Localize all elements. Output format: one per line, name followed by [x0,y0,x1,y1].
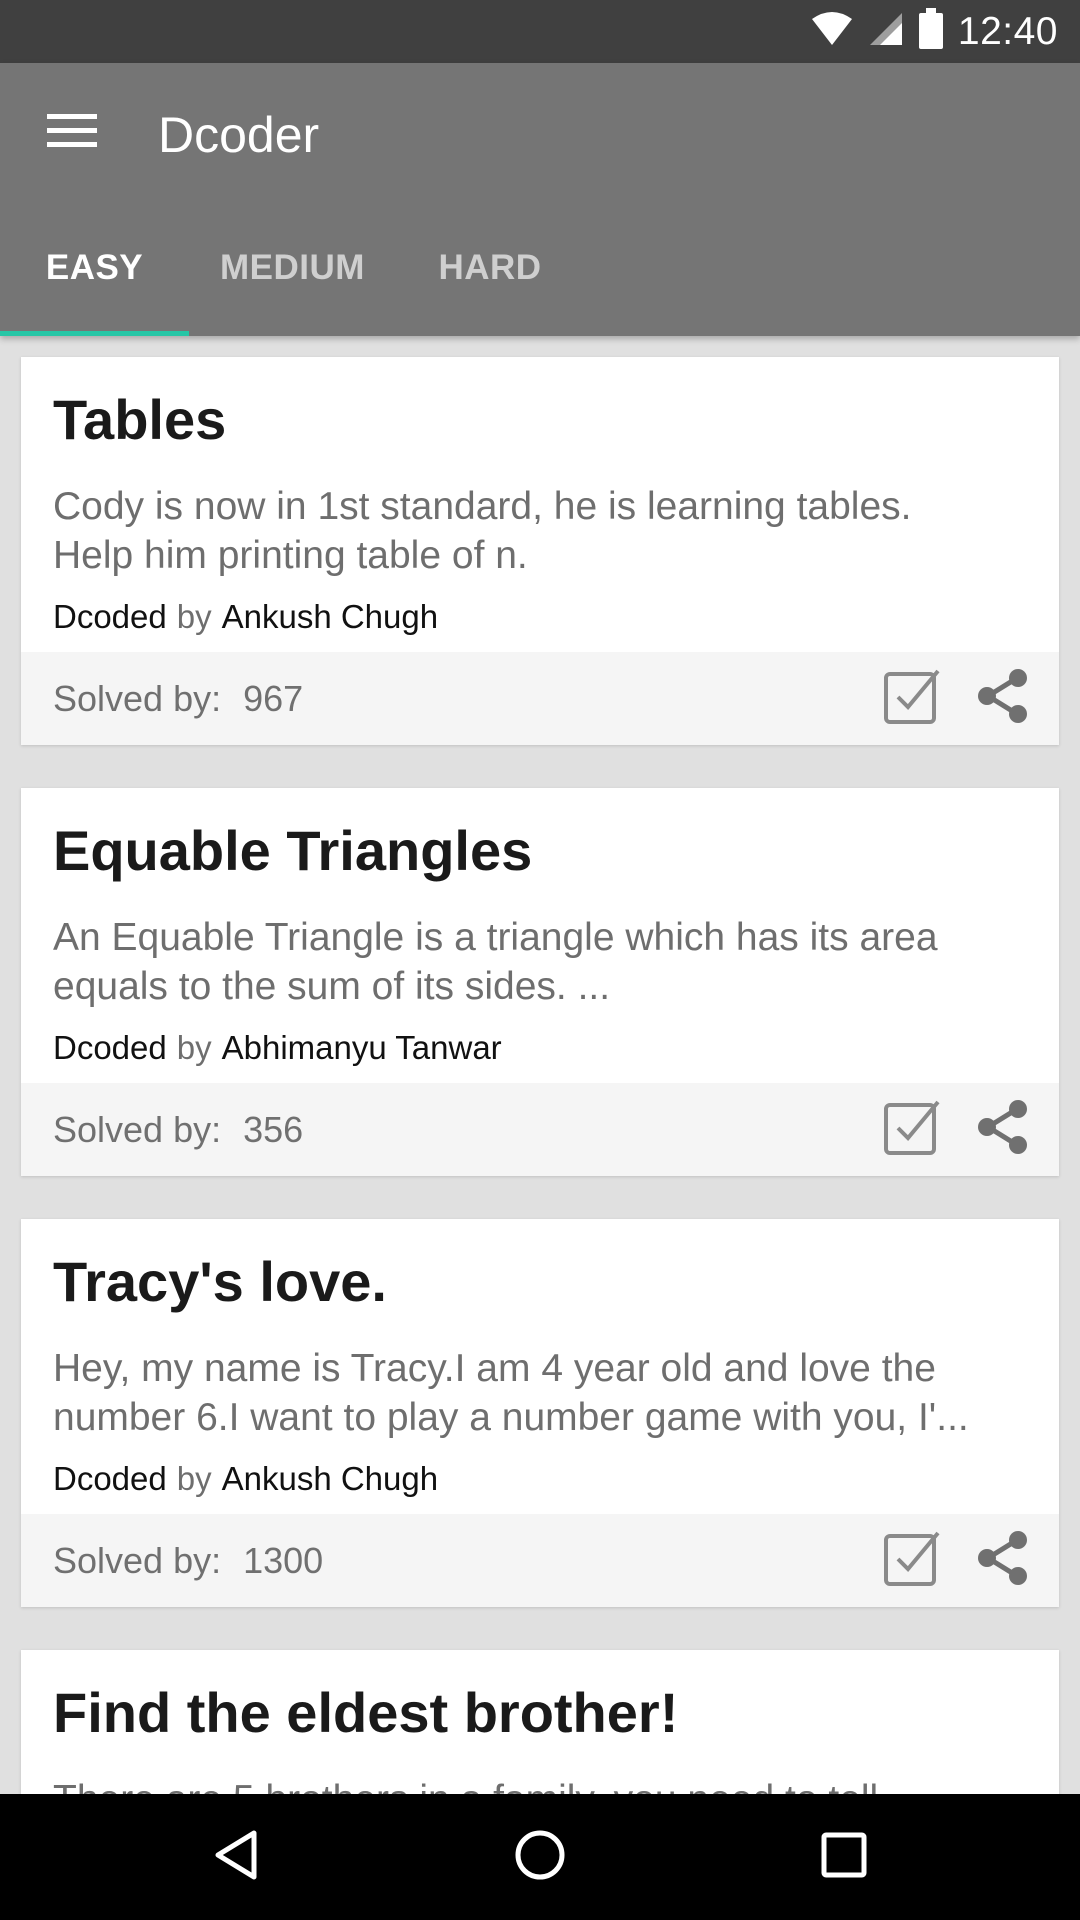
card-footer: Solved by: 967 [21,652,1059,745]
share-icon[interactable] [975,1098,1031,1161]
problem-description: An Equable Triangle is a triangle which … [53,913,1033,1011]
by-label: by [176,1460,212,1497]
card-body: Tracy's love. Hey, my name is Tracy.I am… [21,1219,1059,1514]
wifi-icon [810,11,854,52]
status-icons: 12:40 [810,0,1058,63]
card-body: Find the eldest brother! There are 5 bro… [21,1650,1059,1794]
solved-label: Solved by: [53,1539,222,1581]
author-name[interactable]: Ankush Chugh [222,598,438,635]
home-icon [514,1829,566,1886]
description-line: Help him printing table of n. [53,534,528,577]
battery-icon [918,8,944,55]
tab-medium[interactable]: MEDIUM [189,199,396,336]
dcoded-label: Dcoded [53,1460,167,1497]
problem-description: There are 5 brothers in a family, you ne… [53,1775,1033,1794]
recents-button[interactable] [774,1794,914,1920]
description-line: number 6.I want to play a number game wi… [53,1396,969,1439]
tab-bar: EASY MEDIUM HARD [0,199,1080,336]
back-icon [213,1829,259,1886]
problem-title: Find the eldest brother! [53,1681,679,1744]
problem-title: Tables [53,388,227,451]
author-name[interactable]: Ankush Chugh [222,1460,438,1497]
problem-description: Cody is now in 1st standard, he is learn… [53,482,1033,580]
solved-count: 967 [243,677,304,719]
description-line: An Equable Triangle is a triangle which … [53,916,938,959]
navigation-bar [0,1794,1080,1920]
status-time: 12:40 [957,9,1058,53]
card-actions [883,1514,1031,1607]
menu-icon [47,112,97,153]
description-line: There are 5 brothers in a family, you ne… [53,1775,1033,1794]
author-line: Dcoded by Ankush Chugh [53,597,438,637]
problem-description: Hey, my name is Tracy.I am 4 year old an… [53,1344,1033,1442]
card-footer: Solved by: 1300 [21,1514,1059,1607]
solved-label: Solved by: [53,677,222,719]
problem-card[interactable]: Find the eldest brother! There are 5 bro… [21,1650,1059,1794]
checkbox-icon[interactable] [883,667,941,730]
card-actions [883,1083,1031,1176]
solved-count: 1300 [243,1539,324,1581]
menu-button[interactable] [34,101,110,163]
problem-title: Equable Triangles [53,819,533,882]
checkbox-icon[interactable] [883,1098,941,1161]
dcoded-label: Dcoded [53,598,167,635]
signal-icon [868,11,904,52]
home-button[interactable] [470,1794,610,1920]
by-label: by [176,1029,212,1066]
checkbox-icon[interactable] [883,1529,941,1592]
description-line: Hey, my name is Tracy.I am 4 year old an… [53,1347,936,1390]
dcoded-label: Dcoded [53,1029,167,1066]
card-body: Tables Cody is now in 1st standard, he i… [21,357,1059,652]
back-button[interactable] [166,1794,306,1920]
app-title: Dcoder [158,107,320,163]
solved-label: Solved by: [53,1108,222,1150]
author-line: Dcoded by Abhimanyu Tanwar [53,1028,502,1068]
solved-count: 356 [243,1108,304,1150]
description-line: Cody is now in 1st standard, he is learn… [53,485,912,528]
share-icon[interactable] [975,1529,1031,1592]
status-bar: 12:40 [0,0,1080,63]
problem-list[interactable]: Tables Cody is now in 1st standard, he i… [0,336,1080,1794]
solved-by: Solved by: 356 [53,1083,303,1176]
tab-hard[interactable]: HARD [396,199,584,336]
solved-by: Solved by: 1300 [53,1514,323,1607]
card-footer: Solved by: 356 [21,1083,1059,1176]
share-icon[interactable] [975,667,1031,730]
problem-card[interactable]: Tracy's love. Hey, my name is Tracy.I am… [21,1219,1059,1607]
problem-card[interactable]: Tables Cody is now in 1st standard, he i… [21,357,1059,745]
author-line: Dcoded by Ankush Chugh [53,1459,438,1499]
description-line: equals to the sum of its sides. ... [53,965,611,1008]
recents-icon [821,1832,867,1883]
author-name[interactable]: Abhimanyu Tanwar [222,1029,502,1066]
problem-title: Tracy's love. [53,1250,387,1313]
problem-card[interactable]: Equable Triangles An Equable Triangle is… [21,788,1059,1176]
app-bar: Dcoder EASY MEDIUM HARD [0,63,1080,336]
card-actions [883,652,1031,745]
by-label: by [176,598,212,635]
card-body: Equable Triangles An Equable Triangle is… [21,788,1059,1083]
tab-easy[interactable]: EASY [0,199,189,336]
solved-by: Solved by: 967 [53,652,303,745]
